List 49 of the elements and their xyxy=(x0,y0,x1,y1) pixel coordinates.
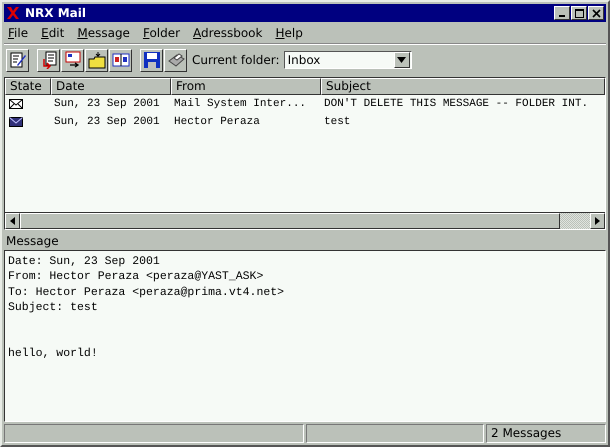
book-icon xyxy=(112,51,130,69)
minimize-button[interactable] xyxy=(554,6,570,20)
header-line: From: Hector Peraza <peraza@YAST_ASK> xyxy=(8,269,264,285)
reply-button[interactable] xyxy=(37,48,60,72)
date-cell-text: Sun, 23 Sep 2001 xyxy=(53,98,161,110)
menu-item[interactable]: File xyxy=(8,26,28,40)
address-book-button[interactable] xyxy=(109,48,132,72)
message-count: 2 Messages xyxy=(486,424,606,443)
dropdown-arrow-icon xyxy=(397,57,406,63)
folder-dropdown[interactable]: Inbox xyxy=(284,51,412,69)
menu-item[interactable]: Message xyxy=(77,26,130,40)
column-header[interactable]: Subject xyxy=(321,78,605,95)
column-header[interactable]: From xyxy=(171,78,321,95)
body-text: hello, world! xyxy=(8,346,99,362)
folder-icon xyxy=(88,51,106,69)
menu-item[interactable]: Help xyxy=(275,26,303,40)
header-line: Subject: test xyxy=(8,300,99,316)
sender-cell-text: Hector Peraza xyxy=(173,116,261,128)
close-button[interactable] xyxy=(588,6,604,20)
pane-label: Message xyxy=(5,233,60,250)
date-cell-text: Sun, 23 Sep 2001 xyxy=(53,116,161,128)
print-button[interactable] xyxy=(164,48,187,72)
right-arrow-icon xyxy=(595,217,600,225)
maximize-button[interactable] xyxy=(571,6,587,20)
column-header[interactable]: Date xyxy=(51,78,171,95)
maximize-icon xyxy=(574,8,584,18)
subject-cell-text: test xyxy=(323,116,352,128)
subject-cell-text: DON'T DELETE THIS MESSAGE -- FOLDER INT. xyxy=(323,98,590,110)
sender-cell-text: Mail System Inter... xyxy=(173,98,308,110)
column-header[interactable]: State xyxy=(5,78,51,95)
header-line: To: Hector Peraza <peraza@prima.vt4.net> xyxy=(8,284,286,300)
folder-label: Current folder: xyxy=(192,53,280,67)
pencil-paper-icon xyxy=(8,51,26,69)
window-title: NRX Mail xyxy=(25,6,86,20)
left-arrow-icon xyxy=(10,217,15,225)
header-line: Date: Sun, 23 Sep 2001 xyxy=(8,254,161,270)
horizontal-scrollbar[interactable] xyxy=(5,212,605,229)
scrollbar-thumb[interactable] xyxy=(20,213,560,229)
x-logo-icon xyxy=(6,7,20,19)
folder-button[interactable] xyxy=(85,48,108,72)
menu-item[interactable]: Folder xyxy=(142,26,180,40)
menu-item[interactable]: Adressbook xyxy=(193,26,262,40)
menu-item[interactable]: Edit xyxy=(41,26,64,40)
compose-button[interactable] xyxy=(6,48,29,72)
printer-icon xyxy=(166,51,184,69)
screen-arrow-icon xyxy=(64,51,82,69)
save-button[interactable] xyxy=(140,48,163,72)
close-icon xyxy=(592,8,600,18)
forward-button[interactable] xyxy=(61,48,84,72)
